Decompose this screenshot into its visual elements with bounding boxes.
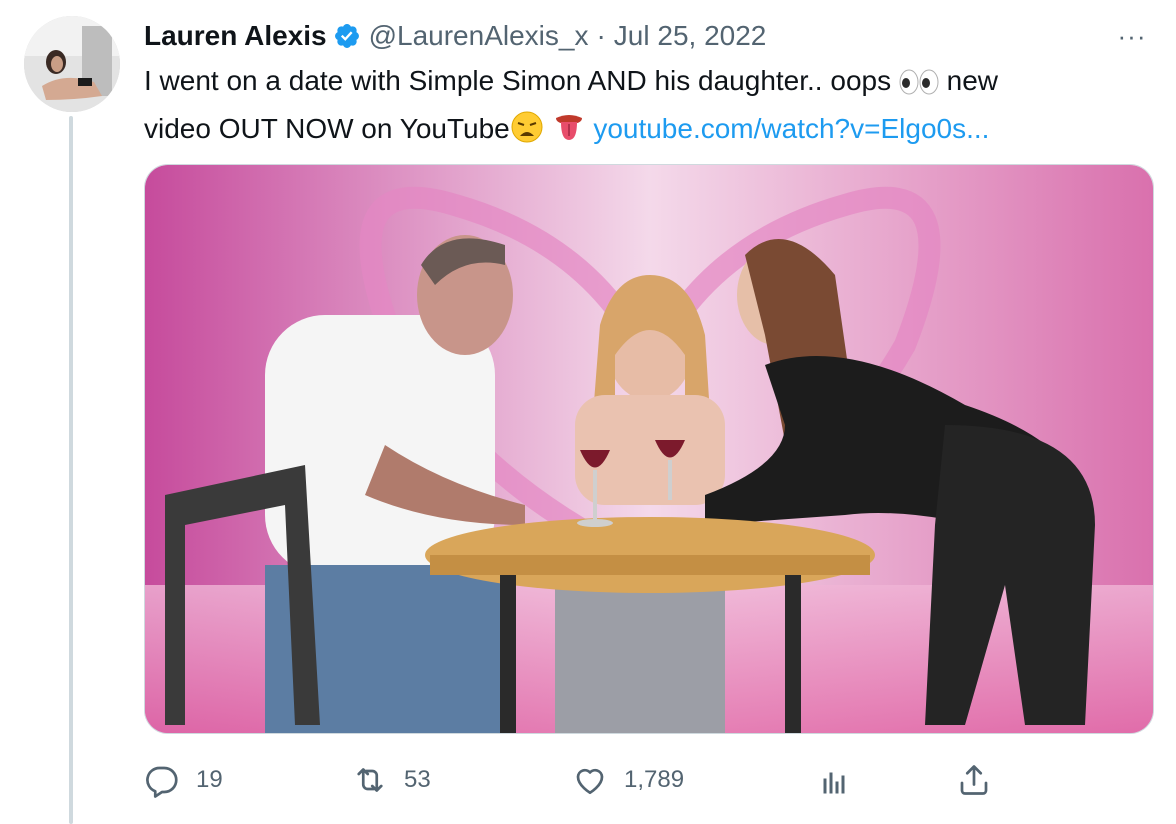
bar-chart-icon [816, 762, 852, 798]
weary-face-emoji-icon [510, 110, 544, 156]
tweet-text-line1-tail: new [946, 65, 999, 96]
tweet-header: Lauren Alexis @LaurenAlexis_x · Jul 25, … [144, 16, 766, 56]
tweet-text: I went on a date with Simple Simon AND h… [144, 60, 1154, 156]
avatar[interactable] [24, 16, 120, 112]
like-count: 1,789 [624, 766, 685, 793]
retweet-count: 53 [404, 766, 431, 793]
media-photo [145, 165, 1153, 733]
reply-button[interactable]: 19 [144, 756, 223, 804]
heart-icon [572, 762, 608, 798]
share-button[interactable] [956, 756, 1008, 804]
tweet-text-line1: I went on a date with Simple Simon AND h… [144, 65, 892, 96]
like-button[interactable]: 1,789 [572, 756, 684, 804]
author-display-name[interactable]: Lauren Alexis [144, 20, 327, 52]
youtube-link[interactable]: youtube.com/watch?v=Elgo0s... [593, 113, 989, 144]
retweet-icon [352, 762, 388, 798]
views-button[interactable] [816, 756, 868, 804]
tweet-date[interactable]: Jul 25, 2022 [614, 20, 767, 52]
tweet-media-image[interactable] [144, 164, 1154, 734]
retweet-button[interactable]: 53 [352, 756, 431, 804]
tongue-emoji-icon [552, 110, 586, 156]
avatar-image [24, 16, 120, 112]
tweet-actions: 19 53 1,789 [144, 756, 1004, 804]
header-separator: · [596, 20, 606, 51]
share-icon [956, 762, 992, 798]
author-handle[interactable]: @LaurenAlexis_x [369, 20, 589, 52]
eyes-emoji-icon [899, 66, 939, 108]
thread-line [69, 116, 73, 824]
reply-count: 19 [196, 766, 223, 793]
tweet-text-line2: video OUT NOW on YouTube [144, 113, 510, 144]
more-options-button[interactable]: ··· [1108, 18, 1156, 54]
reply-icon [144, 762, 180, 798]
verified-badge-icon [333, 22, 361, 50]
